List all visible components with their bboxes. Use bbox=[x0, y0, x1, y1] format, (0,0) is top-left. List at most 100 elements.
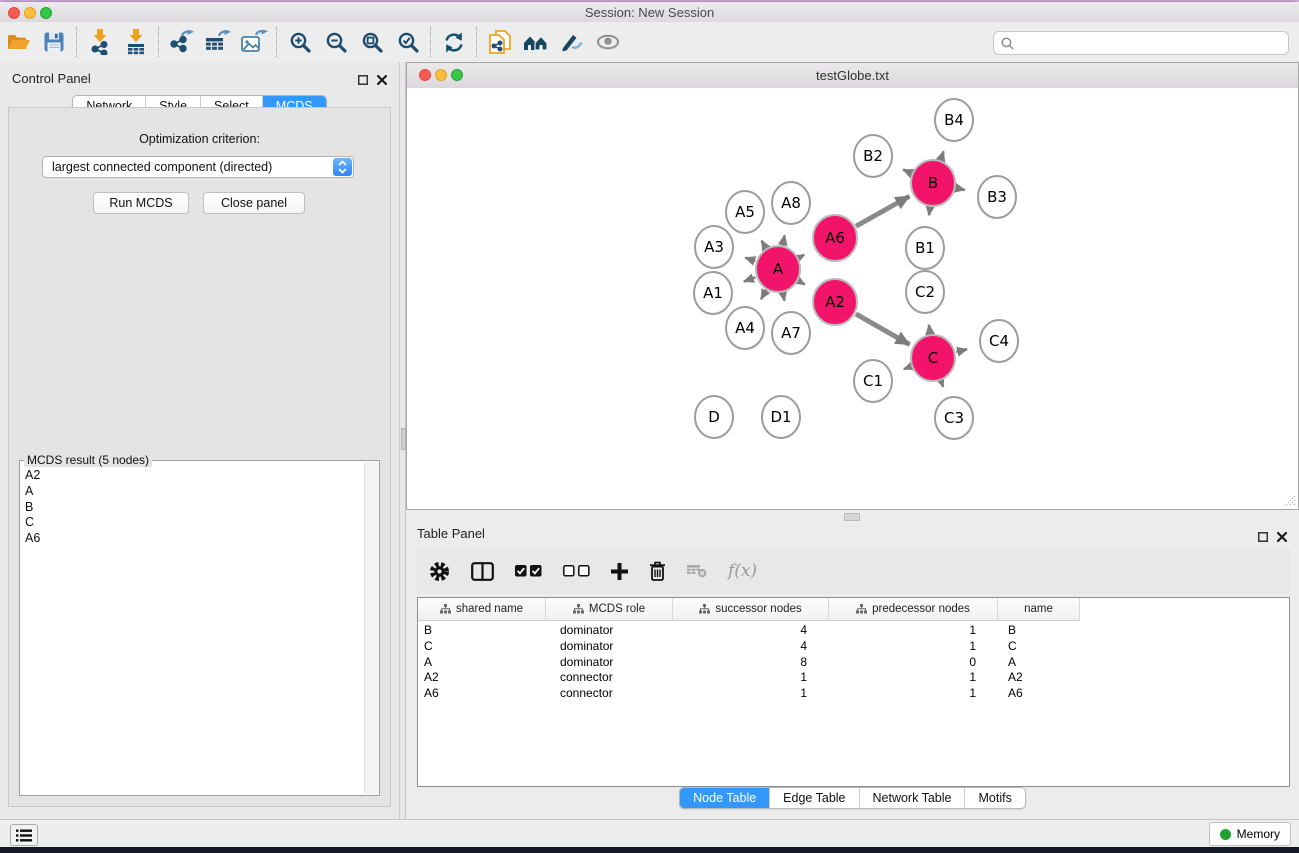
table-row[interactable]: Adominator80A bbox=[418, 655, 1289, 671]
edge-A-A4[interactable] bbox=[761, 290, 766, 299]
tab-network-table[interactable]: Network Table bbox=[859, 788, 965, 808]
horizontal-splitter[interactable] bbox=[406, 510, 1299, 523]
node-A1[interactable]: A1 bbox=[694, 272, 732, 314]
table-cell[interactable]: B bbox=[998, 623, 1080, 639]
resize-grip-icon[interactable] bbox=[1284, 495, 1296, 507]
node-D[interactable]: D bbox=[695, 396, 733, 438]
table-cell[interactable]: 4 bbox=[673, 639, 829, 655]
table-row[interactable]: A6connector11A6 bbox=[418, 686, 1289, 702]
table-cell[interactable]: C bbox=[998, 639, 1080, 655]
column-header-MCDS-role[interactable]: MCDS role bbox=[546, 598, 673, 621]
result-list-item[interactable]: B bbox=[22, 500, 363, 516]
table-cell[interactable]: A2 bbox=[418, 670, 546, 686]
edge-A-A1[interactable] bbox=[744, 277, 756, 281]
node-C1[interactable]: C1 bbox=[854, 360, 892, 402]
criterion-dropdown[interactable]: largest connected component (directed) bbox=[42, 156, 354, 178]
add-row-icon[interactable] bbox=[611, 563, 628, 580]
edge-A-A7[interactable] bbox=[783, 293, 785, 301]
table-cell[interactable]: 1 bbox=[829, 686, 998, 702]
column-header-successor-nodes[interactable]: successor nodes bbox=[673, 598, 829, 621]
close-panel-icon[interactable] bbox=[377, 72, 387, 90]
edge-A-A2[interactable] bbox=[799, 281, 805, 284]
table-settings-icon[interactable] bbox=[429, 561, 450, 582]
import-table-icon[interactable] bbox=[118, 26, 154, 58]
column-header-shared-name[interactable]: shared name bbox=[418, 598, 546, 621]
edge-A-A3[interactable] bbox=[745, 258, 755, 261]
show-graphics-details-icon[interactable] bbox=[554, 26, 590, 58]
result-list-item[interactable]: C bbox=[22, 515, 363, 531]
table-cell[interactable]: connector bbox=[546, 686, 673, 702]
edge-A-A6[interactable] bbox=[799, 255, 804, 258]
show-columns-icon[interactable] bbox=[471, 562, 494, 581]
edge-B-B3[interactable] bbox=[956, 188, 964, 190]
node-C[interactable]: C bbox=[911, 335, 955, 381]
edge-A-A8[interactable] bbox=[783, 235, 785, 245]
edge-C-C2[interactable] bbox=[929, 325, 930, 334]
delete-rows-icon[interactable] bbox=[649, 561, 666, 581]
close-panel-icon[interactable] bbox=[1277, 529, 1287, 547]
save-session-icon[interactable] bbox=[36, 26, 72, 58]
table-row[interactable]: Cdominator41C bbox=[418, 639, 1289, 655]
search-input[interactable] bbox=[1018, 34, 1288, 52]
table-cell[interactable]: 1 bbox=[829, 670, 998, 686]
float-panel-icon[interactable] bbox=[358, 72, 368, 90]
tab-edge-table[interactable]: Edge Table bbox=[769, 788, 858, 808]
edge-B-B4[interactable] bbox=[941, 151, 944, 160]
node-A[interactable]: A bbox=[756, 246, 800, 292]
result-list-item[interactable]: A bbox=[22, 484, 363, 500]
close-panel-button[interactable]: Close panel bbox=[203, 192, 305, 214]
edge-C-C3[interactable] bbox=[941, 381, 943, 387]
node-A8[interactable]: A8 bbox=[772, 182, 810, 224]
float-panel-icon[interactable] bbox=[1258, 529, 1268, 547]
tab-motifs[interactable]: Motifs bbox=[964, 788, 1024, 808]
node-A7[interactable]: A7 bbox=[772, 312, 810, 354]
task-history-button[interactable] bbox=[10, 824, 38, 846]
export-network-icon[interactable] bbox=[164, 26, 200, 58]
table-row[interactable]: Bdominator41B bbox=[418, 623, 1289, 639]
table-cell[interactable]: connector bbox=[546, 670, 673, 686]
edge-A2-C[interactable] bbox=[856, 314, 910, 345]
node-C4[interactable]: C4 bbox=[980, 320, 1018, 362]
export-table-icon[interactable] bbox=[200, 26, 236, 58]
node-C2[interactable]: C2 bbox=[906, 271, 944, 313]
node-B3[interactable]: B3 bbox=[978, 176, 1016, 218]
node-B4[interactable]: B4 bbox=[935, 99, 973, 141]
table-row[interactable]: A2connector11A2 bbox=[418, 670, 1289, 686]
edge-C-C1[interactable] bbox=[904, 367, 911, 370]
clone-network-icon[interactable] bbox=[482, 26, 518, 58]
result-list-item[interactable]: A6 bbox=[22, 531, 363, 547]
horizontal-splitter-handle[interactable] bbox=[844, 513, 860, 521]
open-session-icon[interactable] bbox=[0, 26, 36, 58]
vertical-splitter[interactable] bbox=[399, 62, 406, 819]
export-image-icon[interactable] bbox=[236, 26, 272, 58]
select-all-icon[interactable] bbox=[515, 565, 542, 577]
column-header-name[interactable]: name bbox=[998, 598, 1080, 621]
node-D1[interactable]: D1 bbox=[762, 396, 800, 438]
search-field[interactable] bbox=[993, 31, 1289, 55]
zoom-in-icon[interactable] bbox=[282, 26, 318, 58]
edge-B-B1[interactable] bbox=[929, 207, 930, 215]
table-cell[interactable]: B bbox=[418, 623, 546, 639]
node-A3[interactable]: A3 bbox=[695, 226, 733, 268]
table-cell[interactable]: A bbox=[998, 655, 1080, 671]
result-scrollbar[interactable] bbox=[364, 462, 378, 794]
table-cell[interactable]: dominator bbox=[546, 655, 673, 671]
edge-C-C4[interactable] bbox=[956, 349, 967, 352]
apply-layout-icon[interactable] bbox=[436, 26, 472, 58]
table-cell[interactable]: A6 bbox=[418, 686, 546, 702]
table-cell[interactable]: A6 bbox=[998, 686, 1080, 702]
node-A2[interactable]: A2 bbox=[813, 279, 857, 325]
table-cell[interactable]: 1 bbox=[829, 639, 998, 655]
node-B1[interactable]: B1 bbox=[906, 227, 944, 269]
table-cell[interactable]: 8 bbox=[673, 655, 829, 671]
table-cell[interactable]: dominator bbox=[546, 623, 673, 639]
birds-eye-view-icon[interactable] bbox=[590, 26, 626, 58]
edge-A6-B[interactable] bbox=[856, 196, 910, 226]
node-B[interactable]: B bbox=[911, 160, 955, 206]
import-network-icon[interactable] bbox=[82, 26, 118, 58]
table-cell[interactable]: 1 bbox=[673, 670, 829, 686]
table-cell[interactable]: 1 bbox=[829, 623, 998, 639]
node-C3[interactable]: C3 bbox=[935, 397, 973, 439]
zoom-fit-icon[interactable] bbox=[354, 26, 390, 58]
node-A6[interactable]: A6 bbox=[813, 215, 857, 261]
